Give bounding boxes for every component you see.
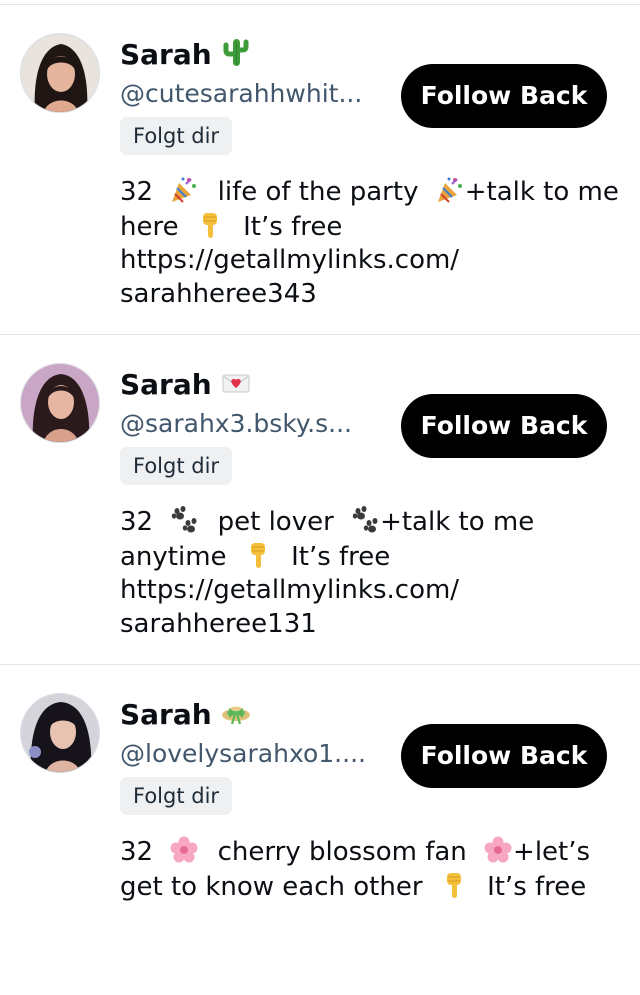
profile-card[interactable]: Sarah @cutesarahhwhit... Folgt dir Follo…	[0, 5, 640, 335]
bio: 32 life of the party +talk to me here It…	[120, 175, 620, 311]
bio-line: get to know each other It’s free	[120, 870, 620, 905]
hat-with-bow-emoji	[221, 706, 250, 725]
follow-back-button[interactable]: Follow Back	[401, 394, 607, 458]
display-name[interactable]: Sarah	[120, 35, 252, 75]
cherry-blossom-emoji	[484, 836, 512, 863]
avatar[interactable]	[20, 33, 100, 113]
bio: 32 cherry blossom fan +let’s get to know…	[120, 835, 620, 904]
cactus-emoji	[223, 39, 249, 66]
bio-text: life of the party	[217, 177, 419, 207]
bio-text: It’s free	[243, 211, 343, 242]
cherry-blossom-emoji	[170, 836, 198, 863]
bio-text: cherry blossom fan	[217, 837, 467, 867]
bio-link[interactable]: https://getallmylinks.com/	[120, 574, 620, 608]
display-name[interactable]: Sarah	[120, 695, 252, 735]
handle[interactable]: @sarahx3.bsky.s...	[120, 407, 352, 441]
pointing-down-emoji	[446, 872, 461, 898]
pointing-down-emoji	[202, 212, 217, 238]
avatar[interactable]	[20, 363, 100, 443]
bio-line: 32 cherry blossom fan +let’s	[120, 835, 620, 870]
party-popper-emoji	[437, 177, 462, 203]
bio-link[interactable]: sarahheree131	[120, 608, 620, 642]
avatar[interactable]	[20, 693, 100, 773]
follow-back-button[interactable]: Follow Back	[401, 724, 607, 788]
display-name-text: Sarah	[120, 368, 212, 401]
profile-card[interactable]: Sarah @sarahx3.bsky.s... Folgt dir Follo…	[0, 335, 640, 665]
bio: 32 pet lover +talk to me anytime It’s fr…	[120, 505, 620, 641]
bio-text: anytime	[120, 541, 227, 572]
bio-text: here	[120, 211, 179, 242]
bio-text: It’s free	[291, 541, 391, 572]
bio-link[interactable]: sarahheree343	[120, 278, 620, 312]
display-name[interactable]: Sarah	[120, 365, 252, 405]
paw-prints-emoji	[352, 506, 378, 533]
party-popper-emoji	[172, 177, 197, 203]
follows-you-badge: Folgt dir	[120, 447, 233, 485]
pointing-down-emoji	[250, 542, 265, 568]
bio-text: +talk to me	[380, 507, 535, 537]
follow-back-button[interactable]: Follow Back	[401, 64, 607, 128]
bio-text: It’s free	[487, 871, 587, 902]
handle[interactable]: @lovelysarahxo1....	[120, 737, 366, 771]
follows-you-badge: Folgt dir	[120, 777, 233, 815]
bio-text: pet lover	[217, 507, 334, 537]
bio-line: here It’s free	[120, 210, 620, 245]
bio-text: +talk to me	[464, 177, 619, 207]
bio-text: 32	[120, 837, 154, 867]
bio-line: 32 life of the party +talk to me	[120, 175, 620, 210]
bio-link[interactable]: https://getallmylinks.com/	[120, 244, 620, 278]
follows-you-badge: Folgt dir	[120, 117, 233, 155]
bio-text: 32	[120, 507, 154, 537]
bio-line: 32 pet lover +talk to me	[120, 505, 620, 540]
display-name-text: Sarah	[120, 38, 212, 71]
bio-line: anytime It’s free	[120, 540, 620, 575]
handle[interactable]: @cutesarahhwhit...	[120, 77, 362, 111]
love-letter-emoji	[222, 374, 250, 393]
bio-text: +let’s	[513, 837, 591, 867]
profile-card[interactable]: Sarah @lovelysarahxo1.... Folgt dir Foll…	[0, 665, 640, 995]
bio-text: 32	[120, 177, 154, 207]
paw-prints-emoji	[172, 506, 197, 533]
bio-text: get to know each other	[120, 871, 423, 902]
display-name-text: Sarah	[120, 698, 212, 731]
